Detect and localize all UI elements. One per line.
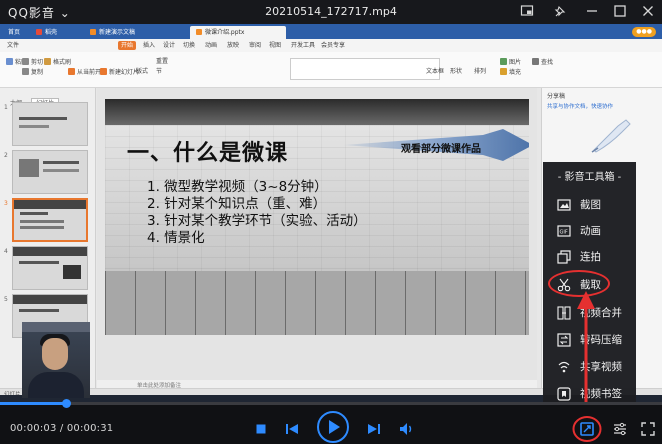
format-painter-button[interactable]: 格式刷 — [44, 58, 71, 67]
current-slide[interactable]: 一、什么是微课 观看部分微课作品 1. 微型教学视频（3~8分钟） 2. 针对某… — [105, 99, 529, 335]
menu-member[interactable]: 会员专享 — [318, 41, 348, 50]
next-icon[interactable] — [366, 422, 382, 436]
settings-sliders-icon[interactable] — [612, 421, 628, 437]
cut-button[interactable]: 剪切 — [22, 58, 43, 67]
doc-tab-active[interactable]: 微课介绍.pptx — [190, 26, 286, 39]
menu-transition[interactable]: 切换 — [180, 41, 198, 50]
menu-slideshow[interactable]: 放映 — [224, 41, 242, 50]
task-pane-link[interactable]: 共享与协作文档，快速协作 — [547, 102, 613, 110]
doc-tab[interactable]: 首页 — [2, 26, 28, 39]
task-pane-title: 分享稿 — [547, 93, 566, 100]
close-icon[interactable] — [640, 4, 656, 20]
wps-member-badge[interactable]: ●●● — [632, 27, 656, 37]
mini-mode-icon[interactable] — [519, 4, 535, 20]
slide-thumbnail[interactable] — [12, 102, 88, 146]
tool-merge[interactable]: 视频合并 — [543, 300, 636, 326]
screenshot-icon — [557, 199, 571, 211]
bullet-item: 2. 针对某个知识点（重、难） — [147, 196, 327, 212]
tool-gif[interactable]: GIF 动画 — [543, 218, 636, 244]
doc-tab[interactable]: 新建演示文稿 — [84, 26, 188, 39]
slide-title: 一、什么是微课 — [127, 141, 289, 166]
shape-button[interactable]: 形状 — [450, 68, 462, 76]
play-slide-icon — [68, 68, 75, 75]
banner-link-text[interactable]: 观看部分微课作品 — [401, 140, 481, 155]
textbox-button[interactable]: 文本框 — [426, 68, 444, 76]
search-icon — [532, 58, 539, 65]
fill-icon — [500, 68, 507, 75]
menu-home[interactable]: 开始 — [118, 41, 137, 50]
bullet-list: 1. 微型教学视频（3~8分钟） 2. 针对某个知识点（重、难） 3. 针对某个… — [147, 179, 367, 247]
reset-button[interactable]: 重置 — [156, 58, 168, 66]
picture-icon — [500, 58, 507, 65]
docer-icon — [36, 29, 42, 35]
merge-video-icon — [557, 306, 571, 320]
menu-developer[interactable]: 开发工具 — [288, 41, 318, 50]
wps-ribbon: 粘贴 剪切 复制 格式刷 从当前开始 新建幻灯片 版式 节 重置 文本框 形状 … — [0, 52, 662, 88]
brush-icon — [44, 58, 51, 65]
toolbox-title: - 影音工具箱 - — [557, 172, 622, 183]
transcode-icon — [557, 333, 571, 347]
slide-editing-area[interactable]: 一、什么是微课 观看部分微课作品 1. 微型教学视频（3~8分钟） 2. 针对某… — [97, 88, 537, 380]
section-button[interactable]: 节 — [156, 68, 162, 76]
menu-review[interactable]: 审阅 — [246, 41, 264, 50]
burst-shot-icon — [557, 250, 571, 264]
font-format-group[interactable] — [290, 58, 440, 80]
player-title-bar: QQ影音 ⌄ 20210514_172717.mp4 — [0, 0, 662, 24]
menu-insert[interactable]: 插入 — [140, 41, 158, 50]
new-slide-button[interactable]: 新建幻灯片 — [100, 68, 139, 77]
progress-fill — [0, 402, 67, 405]
bullet-item: 3. 针对某个教学环节（实验、活动） — [147, 213, 367, 229]
menu-file[interactable]: 文件 — [4, 41, 22, 50]
bookmark-icon — [557, 387, 571, 401]
bullet-item: 1. 微型教学视频（3~8分钟） — [147, 179, 328, 195]
pen-illustration-icon — [591, 119, 631, 153]
ppt-file-icon — [90, 29, 96, 35]
ppt-file-icon — [196, 29, 202, 35]
maximize-icon[interactable] — [612, 4, 628, 20]
play-button[interactable] — [316, 410, 350, 444]
wps-document-tabs: 首页 稻壳 新建演示文稿 微课介绍.pptx ●●● — [0, 24, 662, 39]
bullet-item: 4. 情景化 — [147, 230, 205, 246]
gif-icon: GIF — [557, 225, 571, 237]
fullscreen-icon[interactable] — [640, 421, 656, 437]
annotation-highlight-ellipse — [548, 270, 610, 297]
layout-button[interactable]: 版式 — [136, 68, 148, 76]
volume-icon[interactable] — [398, 421, 414, 437]
tool-transcode[interactable]: 转码压缩 — [543, 327, 636, 353]
share-video-icon — [558, 361, 570, 373]
wps-menu-bar: 文件 开始 插入 设计 切换 动画 放映 审阅 视图 开发工具 会员专享 — [0, 39, 662, 52]
new-slide-icon — [100, 68, 107, 75]
arrange-button[interactable]: 排列 — [474, 68, 486, 76]
paste-icon — [6, 58, 13, 65]
fill-button[interactable]: 填充 — [500, 68, 521, 77]
doc-tab[interactable]: 稻壳 — [30, 26, 82, 39]
time-display: 00:00:03 / 00:00:31 — [10, 423, 114, 434]
pane-tabs: 大纲 幻灯片 — [6, 90, 60, 109]
slide-thumbnail-active[interactable] — [12, 198, 88, 242]
toolbox-button[interactable] — [572, 415, 602, 443]
scissors-icon — [22, 58, 29, 65]
progress-bar[interactable] — [0, 399, 662, 408]
slide-thumbnail[interactable] — [12, 150, 88, 194]
webcam-overlay — [22, 322, 90, 398]
copy-icon — [22, 68, 29, 75]
stop-icon[interactable] — [254, 422, 268, 436]
tool-share[interactable]: 共享视频 — [543, 354, 636, 380]
menu-animation[interactable]: 动画 — [202, 41, 220, 50]
menu-view[interactable]: 视图 — [266, 41, 284, 50]
tool-screenshot[interactable]: 截图 — [543, 192, 636, 218]
minimize-icon[interactable] — [584, 4, 600, 20]
menu-design[interactable]: 设计 — [160, 41, 178, 50]
previous-icon[interactable] — [284, 422, 300, 436]
copy-button[interactable]: 复制 — [22, 68, 43, 77]
svg-text:GIF: GIF — [560, 230, 568, 236]
pin-on-top-icon[interactable] — [552, 4, 568, 20]
find-button[interactable]: 查找 — [532, 58, 553, 67]
slide-thumbnail[interactable] — [12, 246, 88, 290]
picture-button[interactable]: 图片 — [500, 58, 521, 67]
tool-burst[interactable]: 连拍 — [543, 244, 636, 270]
